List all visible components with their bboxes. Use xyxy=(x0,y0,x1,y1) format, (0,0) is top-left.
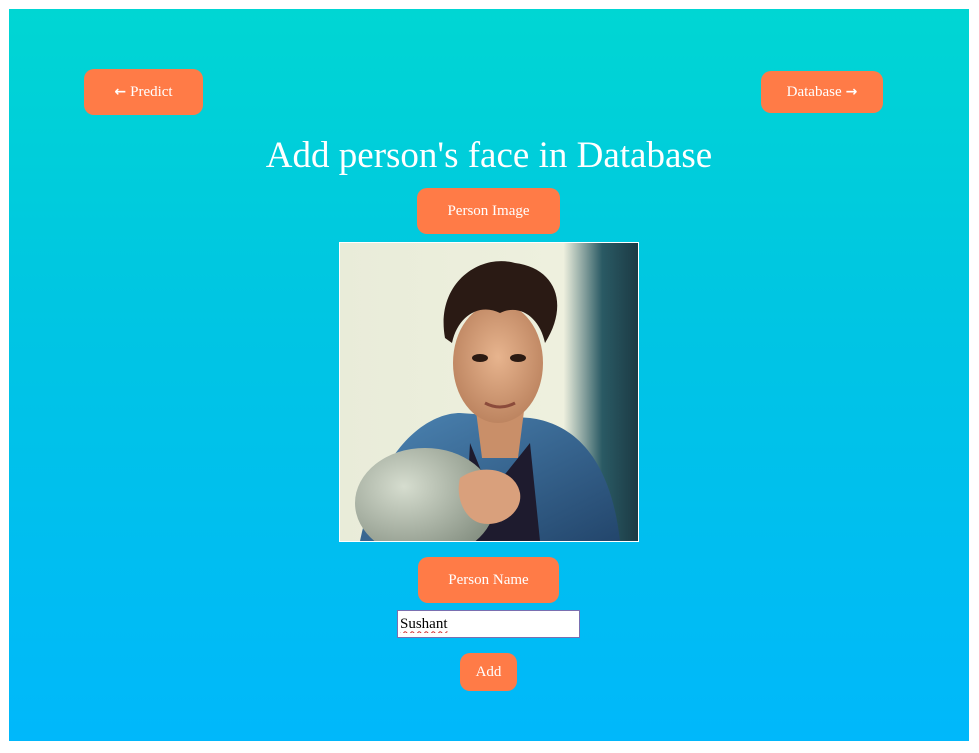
add-button[interactable]: Add xyxy=(460,653,517,691)
person-image-label: Person Image xyxy=(447,202,530,219)
add-label: Add xyxy=(475,663,502,680)
page-title: Add person's face in Database xyxy=(265,135,713,176)
app-background: ← Predict Database → Add person's face i… xyxy=(9,9,969,741)
predict-button[interactable]: ← Predict xyxy=(84,69,203,115)
person-photo-illustration xyxy=(340,243,638,541)
arrow-left-icon: ← xyxy=(114,84,127,100)
predict-label: Predict xyxy=(130,83,173,100)
database-button[interactable]: Database → xyxy=(761,71,883,113)
person-image-button[interactable]: Person Image xyxy=(417,188,560,234)
person-photo xyxy=(339,242,639,542)
person-name-label: Person Name xyxy=(448,571,529,588)
person-name-input[interactable] xyxy=(397,610,580,638)
person-name-button[interactable]: Person Name xyxy=(418,557,559,603)
database-label: Database xyxy=(786,83,842,100)
arrow-right-icon: → xyxy=(845,84,858,100)
